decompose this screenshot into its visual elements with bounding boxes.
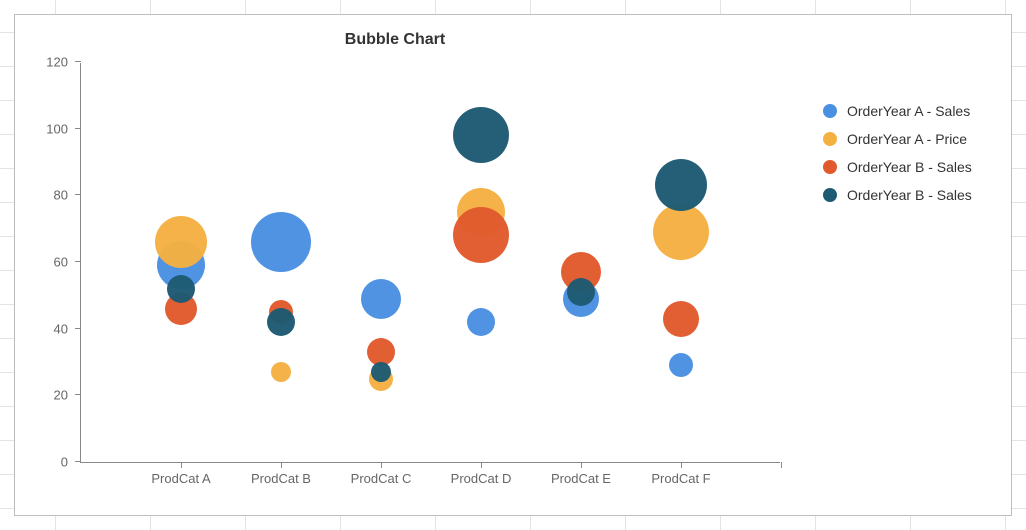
y-tick: [75, 194, 81, 195]
chart-title: Bubble Chart: [15, 31, 775, 49]
bubble[interactable]: [453, 207, 509, 263]
x-tick-label: ProdCat B: [251, 471, 311, 486]
bubble[interactable]: [371, 362, 391, 382]
x-tick: [281, 462, 282, 468]
x-tick-label: ProdCat A: [151, 471, 210, 486]
legend-label: OrderYear A - Price: [847, 131, 967, 147]
bubble[interactable]: [167, 275, 195, 303]
bubble[interactable]: [567, 278, 595, 306]
x-tick: [181, 462, 182, 468]
legend-item[interactable]: OrderYear A - Price: [823, 125, 972, 153]
y-tick-label: 80: [54, 188, 68, 203]
x-tick-label: ProdCat E: [551, 471, 611, 486]
bubble[interactable]: [655, 159, 707, 211]
legend-label: OrderYear B - Sales: [847, 159, 972, 175]
y-tick-label: 60: [54, 255, 68, 270]
x-tick: [581, 462, 582, 468]
bubble[interactable]: [653, 204, 709, 260]
y-tick: [75, 261, 81, 262]
x-tick-label: ProdCat D: [451, 471, 512, 486]
bubble[interactable]: [467, 308, 495, 336]
spreadsheet-background: Bubble Chart 020406080100120ProdCat APro…: [0, 0, 1026, 530]
y-tick-label: 40: [54, 321, 68, 336]
x-tick: [381, 462, 382, 468]
legend-item[interactable]: OrderYear B - Sales: [823, 153, 972, 181]
x-tick: [681, 462, 682, 468]
plot-area: 020406080100120ProdCat AProdCat BProdCat…: [80, 63, 780, 463]
y-tick: [75, 61, 81, 62]
legend-swatch-icon: [823, 104, 837, 118]
y-tick-label: 120: [46, 55, 68, 70]
bubble[interactable]: [669, 353, 693, 377]
legend-swatch-icon: [823, 188, 837, 202]
legend: OrderYear A - Sales OrderYear A - Price Or…: [823, 97, 972, 209]
y-tick-label: 100: [46, 121, 68, 136]
bubble[interactable]: [453, 107, 509, 163]
x-tick: [481, 462, 482, 468]
legend-label: OrderYear A - Sales: [847, 103, 970, 119]
legend-item[interactable]: OrderYear A - Sales: [823, 97, 972, 125]
bubble[interactable]: [251, 212, 311, 272]
legend-swatch-icon: [823, 132, 837, 146]
y-tick: [75, 461, 81, 462]
legend-label: OrderYear B - Sales: [847, 187, 972, 203]
bubble[interactable]: [361, 279, 401, 319]
bubble[interactable]: [663, 301, 699, 337]
legend-swatch-icon: [823, 160, 837, 174]
bubble[interactable]: [271, 362, 291, 382]
legend-item[interactable]: OrderYear B - Sales: [823, 181, 972, 209]
bubble[interactable]: [267, 308, 295, 336]
x-tick: [781, 462, 782, 468]
y-tick: [75, 328, 81, 329]
x-tick-label: ProdCat F: [651, 471, 710, 486]
chart-frame[interactable]: Bubble Chart 020406080100120ProdCat APro…: [14, 14, 1012, 516]
y-tick-label: 20: [54, 388, 68, 403]
y-tick: [75, 128, 81, 129]
y-tick: [75, 394, 81, 395]
x-tick-label: ProdCat C: [351, 471, 412, 486]
bubble[interactable]: [155, 216, 207, 268]
y-tick-label: 0: [61, 455, 68, 470]
